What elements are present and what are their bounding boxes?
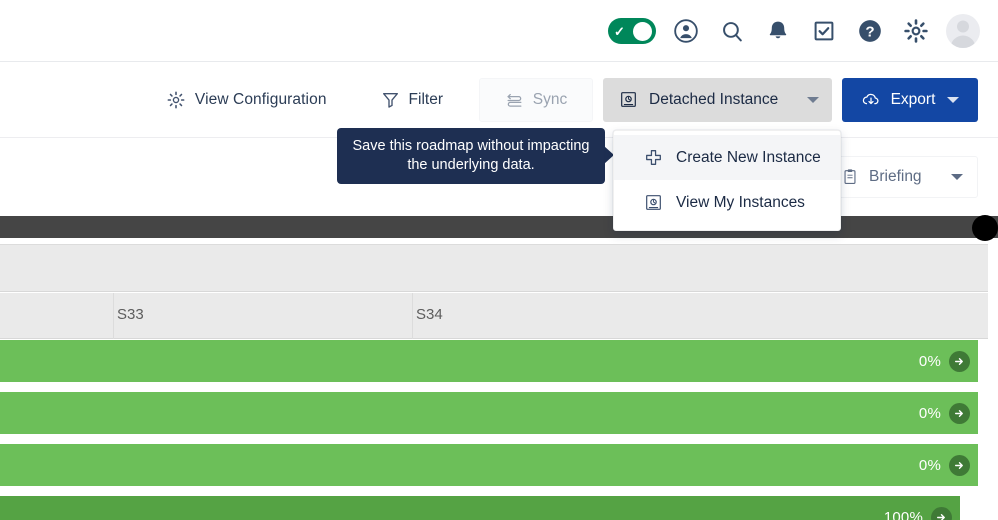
roadmap-toolbar: View Configuration Filter Sync Detached … [0, 62, 998, 138]
sync-tooltip: Save this roadmap without impacting the … [337, 128, 614, 184]
timeline-scroll-handle[interactable] [972, 215, 998, 241]
export-label: Export [890, 90, 936, 108]
menu-item-label: View My Instances [676, 193, 805, 211]
gantt-bar-percent: 0% [918, 352, 941, 370]
instance-icon [619, 90, 638, 109]
instance-icon [644, 193, 663, 212]
top-navigation-bar: ✓ ? [0, 0, 998, 62]
status-toggle[interactable]: ✓ [608, 18, 656, 44]
timeline-scroll-track[interactable] [0, 216, 998, 238]
timeline-header-top [0, 244, 988, 292]
gantt-bar-percent: 100% [883, 508, 923, 520]
gantt-chart: S33 S34 0% 0% 0% 100% [0, 244, 998, 520]
cloud-download-icon [861, 90, 881, 110]
gantt-bar[interactable]: 0% [0, 340, 978, 382]
arrow-right-icon[interactable] [949, 454, 970, 476]
menu-item-view-my-instances[interactable]: View My Instances [614, 180, 840, 225]
timeline-header-sprints: S33 S34 [0, 293, 988, 339]
svg-text:?: ? [865, 23, 874, 40]
notifications-bell-icon[interactable] [762, 15, 794, 47]
user-avatar[interactable] [946, 14, 980, 48]
gear-icon [166, 90, 186, 110]
clipboard-icon [841, 168, 859, 186]
column-divider [412, 293, 413, 339]
chevron-down-icon [951, 174, 963, 180]
briefing-label: Briefing [869, 168, 922, 185]
sync-button[interactable]: Sync [479, 77, 593, 122]
gantt-bar-container: 0% 0% 0% 100% [0, 340, 998, 520]
gantt-bar-percent: 0% [918, 456, 941, 474]
sync-label: Sync [532, 90, 568, 108]
sprint-label-s33: S33 [117, 306, 144, 323]
top-nav-icon-group: ✓ ? [608, 0, 980, 62]
tooltip-text: Save this roadmap without impacting the … [352, 138, 590, 173]
plus-square-icon [644, 148, 663, 167]
settings-gear-icon[interactable] [900, 15, 932, 47]
gantt-bar-row-1[interactable]: 0% [0, 340, 978, 382]
sprint-label-s34: S34 [416, 306, 443, 323]
search-icon[interactable] [716, 15, 748, 47]
detached-instance-button[interactable]: Detached Instance [603, 77, 832, 122]
profile-icon[interactable] [670, 15, 702, 47]
arrow-right-icon[interactable] [949, 350, 970, 372]
filter-button[interactable]: Filter [367, 78, 457, 122]
gantt-bar-row-2[interactable]: 0% [0, 392, 978, 434]
sync-icon [505, 90, 524, 109]
detached-instance-label: Detached Instance [649, 90, 779, 108]
briefing-dropdown[interactable]: Briefing [826, 156, 978, 198]
filter-label: Filter [408, 90, 443, 108]
gantt-bar[interactable]: 0% [0, 444, 978, 486]
arrow-right-icon[interactable] [949, 402, 970, 424]
column-divider [113, 293, 114, 339]
toggle-knob [633, 21, 652, 41]
gantt-bar[interactable]: 100% [0, 496, 960, 520]
export-button[interactable]: Export [842, 77, 978, 122]
menu-item-label: Create New Instance [676, 148, 821, 166]
help-icon[interactable]: ? [854, 15, 886, 47]
gantt-bar[interactable]: 0% [0, 392, 978, 434]
gantt-bar-percent: 0% [918, 404, 941, 422]
app-root: ✓ ? View Configuration Filter Sync Detac… [0, 0, 998, 520]
arrow-right-icon[interactable] [931, 506, 952, 520]
detached-instance-menu: Create New Instance View My Instances [613, 130, 841, 231]
gantt-bar-row-4[interactable]: 100% [0, 496, 978, 520]
chevron-down-icon [807, 96, 820, 103]
tasks-checkbox-icon[interactable] [808, 15, 840, 47]
view-configuration-label: View Configuration [194, 90, 327, 108]
chevron-down-icon [947, 96, 960, 103]
toggle-check-icon: ✓ [614, 23, 625, 39]
gantt-bar-row-3[interactable]: 0% [0, 444, 978, 486]
view-configuration-button[interactable]: View Configuration [152, 78, 341, 122]
menu-item-create-new-instance[interactable]: Create New Instance [614, 135, 840, 180]
filter-funnel-icon [381, 90, 400, 109]
